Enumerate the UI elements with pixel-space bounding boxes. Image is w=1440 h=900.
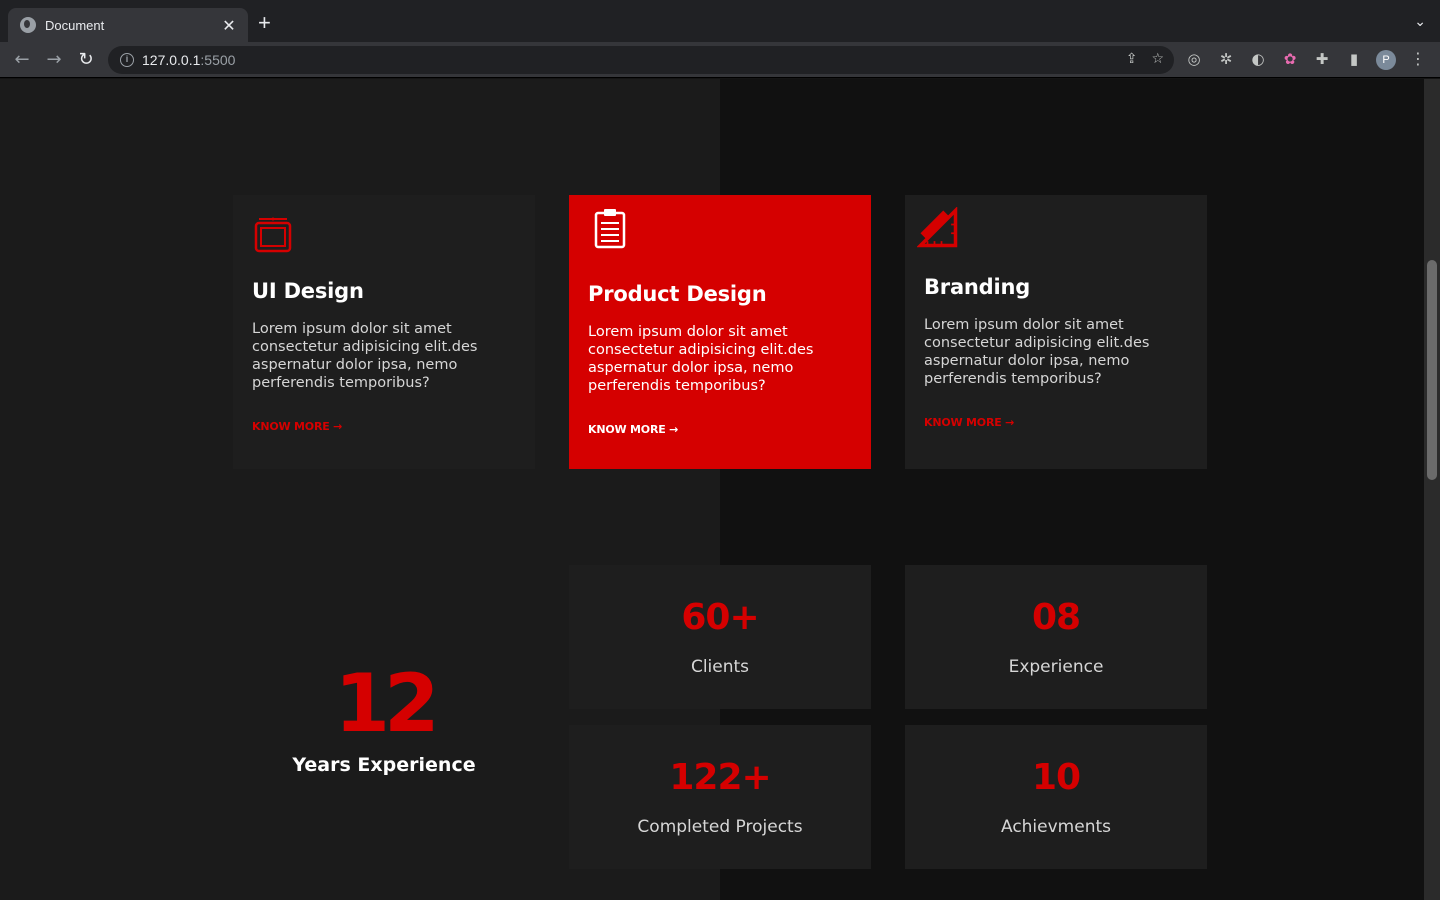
clipboard-icon: [594, 209, 626, 249]
address-bar[interactable]: i 127.0.0.1:5500 ⇪ ☆: [108, 46, 1174, 74]
bookmark-star-icon[interactable]: ☆: [1151, 51, 1164, 67]
stat-card-experience: 08 Experience: [905, 565, 1207, 709]
stat-card-achievements: 10 Achievments: [905, 725, 1207, 869]
stat-value: 10: [1031, 757, 1081, 798]
forward-button[interactable]: →: [43, 49, 65, 71]
tab-search-chevron-icon[interactable]: ⌄: [1414, 14, 1426, 30]
tab-title: Document: [45, 17, 105, 33]
reload-button[interactable]: ↻: [75, 49, 97, 71]
years-label: Years Experience: [292, 754, 476, 776]
stat-value: 60+: [681, 597, 759, 638]
page-viewport: UI Design Lorem ipsum dolor sit amet con…: [0, 79, 1424, 900]
back-button[interactable]: ←: [11, 49, 33, 71]
url-host: 127.0.0.1: [142, 52, 201, 68]
know-more-link[interactable]: KNOW MORE →: [252, 420, 342, 433]
ruler-triangle-icon: [917, 207, 958, 248]
extension-target-icon[interactable]: ◎: [1185, 50, 1203, 68]
page-scrollbar[interactable]: [1424, 79, 1440, 900]
stat-card-completed-projects: 122+ Completed Projects: [569, 725, 871, 869]
stat-label: Experience: [1008, 657, 1104, 677]
tablet-icon: [254, 217, 292, 253]
extension-react-icon[interactable]: ✲: [1217, 50, 1235, 68]
browser-tab[interactable]: Document ✕: [8, 8, 248, 42]
side-panel-icon[interactable]: ▮: [1345, 50, 1363, 68]
profile-avatar[interactable]: P: [1376, 50, 1396, 70]
extension-color-picker-icon[interactable]: ✿: [1281, 50, 1299, 68]
share-icon[interactable]: ⇪: [1126, 51, 1138, 67]
service-title: UI Design: [252, 279, 364, 303]
service-title: Branding: [924, 275, 1031, 299]
site-info-icon[interactable]: i: [120, 53, 134, 67]
know-more-link[interactable]: KNOW MORE →: [924, 416, 1014, 429]
browser-tab-bar: Document ✕ + ⌄: [0, 0, 1440, 42]
url-port: :5500: [200, 52, 236, 68]
years-experience-block: 12 Years Experience: [233, 657, 535, 777]
stat-card-clients: 60+ Clients: [569, 565, 871, 709]
service-description: Lorem ipsum dolor sit amet consectetur a…: [924, 317, 1150, 387]
years-number: 12: [334, 657, 439, 750]
service-description: Lorem ipsum dolor sit amet consectetur a…: [252, 321, 478, 391]
service-description: Lorem ipsum dolor sit amet consectetur a…: [588, 324, 814, 394]
service-card-product-design: Product Design Lorem ipsum dolor sit ame…: [569, 195, 871, 469]
new-tab-button[interactable]: +: [258, 12, 271, 34]
extension-circle-icon[interactable]: ◐: [1249, 50, 1267, 68]
globe-icon: [20, 17, 36, 33]
extensions-puzzle-icon[interactable]: ✚: [1313, 50, 1331, 68]
tab-close-icon[interactable]: ✕: [220, 16, 238, 35]
stat-label: Clients: [690, 657, 750, 677]
service-card-branding: Branding Lorem ipsum dolor sit amet cons…: [905, 195, 1207, 469]
stat-label: Completed Projects: [637, 817, 803, 837]
service-card-ui-design: UI Design Lorem ipsum dolor sit amet con…: [233, 195, 535, 469]
stat-value: 122+: [669, 757, 771, 798]
stat-label: Achievments: [1000, 817, 1111, 837]
browser-menu-icon[interactable]: ⋮: [1410, 50, 1426, 68]
know-more-link[interactable]: KNOW MORE →: [588, 423, 678, 436]
scrollbar-thumb[interactable]: [1427, 260, 1437, 480]
stat-value: 08: [1031, 597, 1081, 638]
service-title: Product Design: [588, 282, 767, 306]
